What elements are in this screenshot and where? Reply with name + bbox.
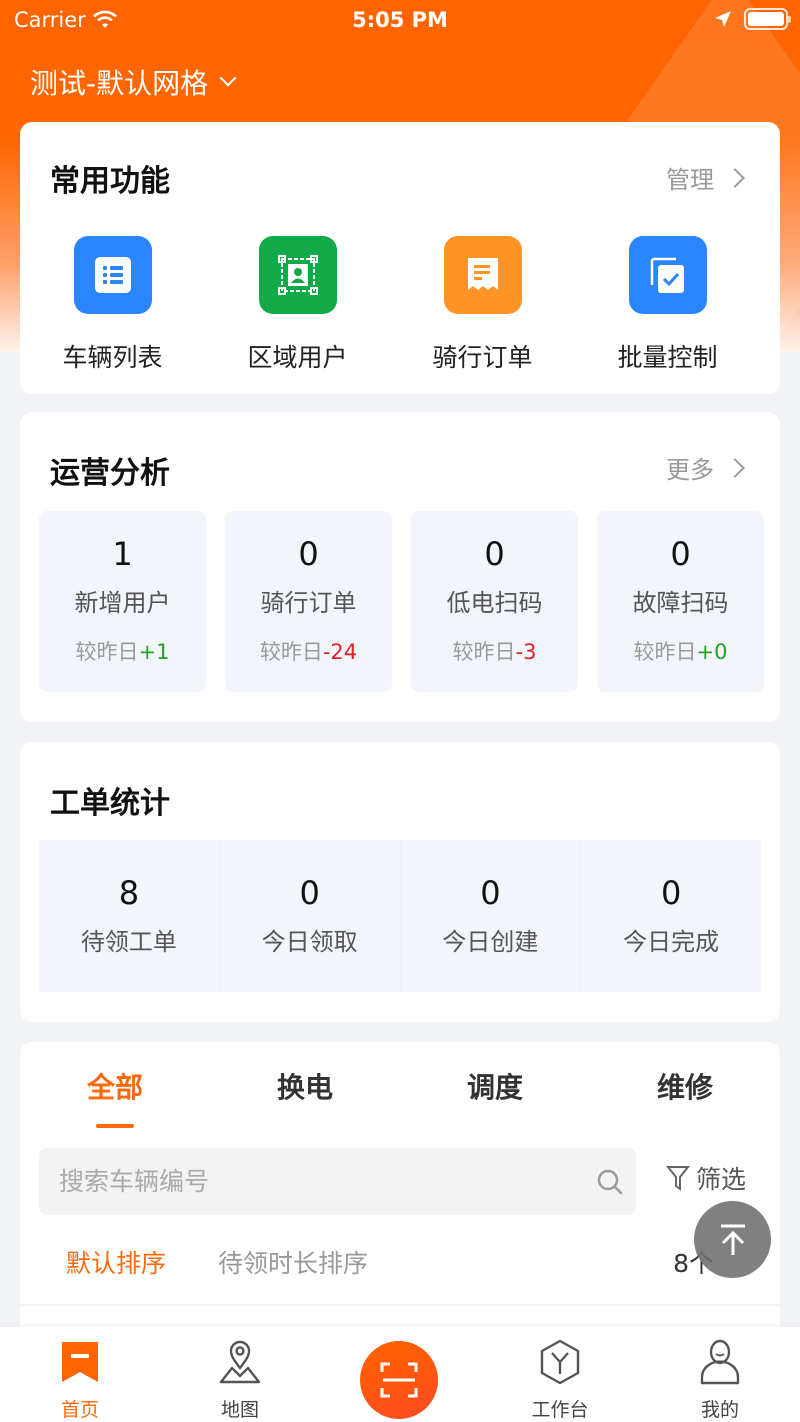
tabbar-map[interactable]: 地图 [160, 1327, 320, 1422]
ops-label: 故障扫码 [632, 589, 729, 617]
wo-tile-completed-today[interactable]: 0 今日完成 [581, 840, 761, 992]
compare-prefix: 较昨日 [452, 640, 516, 664]
function-label: 车辆列表 [62, 343, 163, 372]
tabbar-profile[interactable]: 我的 [640, 1327, 800, 1422]
function-ride-orders[interactable]: 骑行订单 [390, 236, 575, 374]
grid-selector[interactable]: 测试-默认网格 [30, 62, 237, 102]
function-label: 区域用户 [247, 343, 348, 372]
category-tabs: 全部 换电 调度 维修 [20, 1066, 780, 1128]
list-icon [73, 236, 152, 314]
home-bookmark-icon [62, 1342, 98, 1382]
common-functions-card: 常用功能 管理 车辆列表 区域用户 骑行订单 批量控制 [20, 122, 780, 394]
work-orders-card: 工单统计 8 待领工单 0 今日领取 0 今日创建 0 今日完成 [20, 742, 780, 1022]
map-pin-icon [219, 1340, 261, 1384]
ops-tile-fault-scans[interactable]: 0 故障扫码 较昨日+0 [597, 511, 764, 692]
ops-tile-new-users[interactable]: 1 新增用户 较昨日+1 [39, 511, 206, 692]
battery-icon [744, 8, 791, 30]
ops-value: 0 [670, 535, 691, 573]
ops-label: 低电扫码 [446, 589, 543, 617]
batch-check-icon [628, 236, 707, 314]
wo-label: 今日完成 [623, 928, 720, 956]
user-frame-icon [258, 236, 337, 314]
scan-icon [380, 1362, 418, 1398]
scan-button[interactable] [360, 1341, 438, 1419]
tab-dispatch[interactable]: 调度 [400, 1066, 590, 1126]
receipt-icon [443, 236, 522, 314]
tabbar-home[interactable]: 首页 [0, 1327, 160, 1422]
grid-name: 测试-默认网格 [30, 67, 209, 100]
arrow-up-to-top-icon [720, 1224, 745, 1255]
manage-button[interactable]: 管理 [666, 160, 745, 195]
compare-prefix: 较昨日 [633, 640, 697, 664]
ops-tile-low-battery-scans[interactable]: 0 低电扫码 较昨日-3 [411, 511, 578, 692]
more-label: 更多 [666, 456, 714, 484]
wo-tile-claimed-today[interactable]: 0 今日领取 [220, 840, 401, 992]
back-to-top-button[interactable] [694, 1201, 771, 1278]
tabbar-label: 工作台 [531, 1399, 589, 1421]
search-icon[interactable] [596, 1168, 624, 1196]
wo-value: 0 [480, 874, 501, 912]
wo-label: 今日领取 [261, 928, 358, 956]
vehicle-search-input[interactable] [59, 1148, 579, 1215]
tabbar-workbench[interactable]: 工作台 [480, 1327, 640, 1422]
tab-all[interactable]: 全部 [20, 1066, 210, 1128]
ops-value: 0 [298, 535, 319, 573]
operations-title: 运营分析 [50, 456, 170, 491]
function-label: 批量控制 [617, 343, 718, 372]
ops-delta: -24 [322, 640, 358, 664]
tabbar-label: 我的 [700, 1399, 739, 1421]
manage-label: 管理 [666, 166, 714, 194]
clock: 5:05 PM [352, 8, 448, 32]
location-arrow-icon [715, 11, 731, 27]
tab-repair[interactable]: 维修 [590, 1066, 780, 1126]
work-orders-title: 工单统计 [50, 786, 170, 821]
wo-tile-created-today[interactable]: 0 今日创建 [401, 840, 582, 992]
common-functions-title: 常用功能 [50, 164, 170, 199]
status-bar: Carrier 5:05 PM [0, 0, 800, 40]
function-area-users[interactable]: 区域用户 [205, 236, 390, 374]
function-batch-control[interactable]: 批量控制 [575, 236, 760, 374]
wo-value: 0 [299, 874, 320, 912]
wo-value: 0 [660, 874, 682, 912]
ops-delta: -3 [515, 640, 537, 664]
ops-delta: +1 [138, 640, 170, 664]
function-vehicle-list[interactable]: 车辆列表 [20, 236, 205, 374]
ops-tile-ride-orders[interactable]: 0 骑行订单 较昨日-24 [225, 511, 392, 692]
ops-value: 0 [484, 535, 505, 573]
compare-prefix: 较昨日 [75, 640, 139, 664]
compare-prefix: 较昨日 [259, 640, 323, 664]
filter-label: 筛选 [696, 1165, 747, 1194]
ops-delta: +0 [696, 640, 728, 664]
divider [20, 1304, 780, 1306]
ops-label: 骑行订单 [260, 589, 357, 617]
filter-button[interactable]: 筛选 [666, 1160, 746, 1196]
function-label: 骑行订单 [432, 343, 533, 372]
profile-icon [700, 1339, 740, 1385]
ops-value: 1 [112, 535, 133, 573]
workbench-cube-icon [540, 1339, 580, 1385]
tab-battery-swap[interactable]: 换电 [210, 1066, 400, 1126]
chevron-right-icon [725, 167, 745, 188]
chevron-down-icon [219, 69, 237, 87]
tabbar-label: 地图 [220, 1399, 259, 1421]
search-box [39, 1148, 636, 1215]
wo-value: 8 [118, 874, 140, 912]
ops-label: 新增用户 [74, 589, 171, 617]
tabbar-label: 首页 [60, 1399, 99, 1421]
filter-icon [666, 1166, 690, 1191]
sort-pending-duration[interactable]: 待领时长排序 [218, 1244, 368, 1280]
sort-default[interactable]: 默认排序 [66, 1244, 166, 1280]
wo-label: 待领工单 [80, 928, 177, 956]
wo-tile-pending[interactable]: 8 待领工单 [39, 840, 220, 992]
more-button[interactable]: 更多 [666, 450, 745, 485]
operations-card: 运营分析 更多 1 新增用户 较昨日+1 0 骑行订单 较昨日-24 0 低电扫… [20, 412, 780, 722]
work-order-list-card: 全部 换电 调度 维修 筛选 默认排序 待领时长排序 8个 [20, 1042, 780, 1342]
wo-label: 今日创建 [442, 928, 539, 956]
chevron-right-icon [725, 457, 745, 478]
